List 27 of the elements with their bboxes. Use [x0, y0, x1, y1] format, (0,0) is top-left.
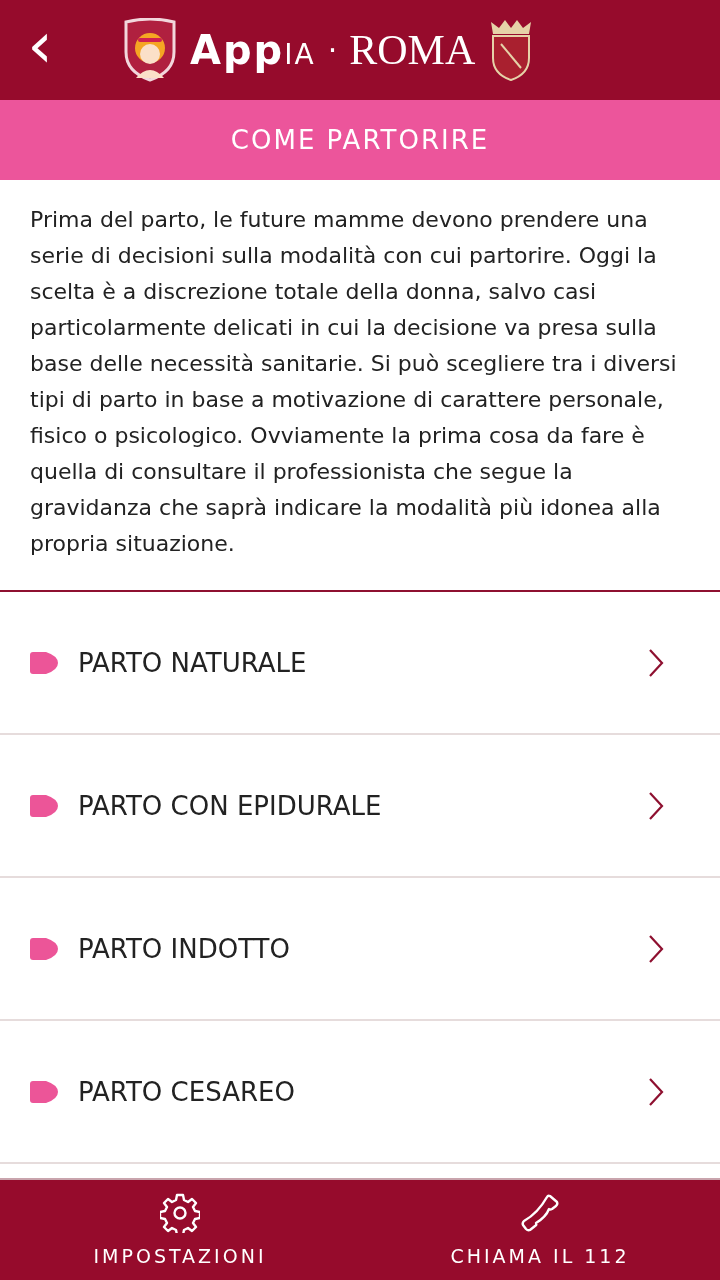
- page-title: COME PARTORIRE: [0, 100, 720, 180]
- list-item[interactable]: PARTO CESAREO: [0, 1021, 720, 1164]
- phone-icon: [520, 1193, 560, 1233]
- city-logo-text: ROMA: [349, 26, 476, 74]
- settings-button[interactable]: IMPOSTAZIONI: [0, 1180, 360, 1280]
- call-button[interactable]: CHIAMA IL 112: [360, 1180, 720, 1280]
- settings-icon: [160, 1193, 200, 1233]
- list-item[interactable]: PARTO CON EPIDURALE: [0, 735, 720, 878]
- app-logo-text: AppIA: [190, 27, 316, 73]
- chevron-right-icon: [648, 1076, 664, 1107]
- list-item-label: PARTO CESAREO: [78, 1076, 296, 1107]
- chevron-right-icon: [648, 647, 664, 678]
- list-item[interactable]: PARTO NATURALE: [0, 592, 720, 735]
- intro-paragraph: Prima del parto, le future mamme devono prendere una serie di decisioni sulla modalità con cui partorire. Oggi la scelta è a discrezione totale della donna, salvo casi particolarmente delicati in cui la decisione va presa sulla base delle necessità sanitarie. Si può scegliere tra i diversi tipi di parto in base a motivazione di carattere personale, fisico o psicologico. Ovviamente la prima cosa da fare è quella di consultare il professionista che segue la gravidanza che saprà indicare la modalità più idonea alla propria situazione.: [0, 180, 720, 592]
- back-button[interactable]: ‹: [20, 13, 60, 87]
- tag-icon: [30, 1080, 58, 1103]
- list-item-label: PARTO CON EPIDURALE: [78, 790, 383, 821]
- shield-logo-icon: [122, 18, 178, 82]
- tag-icon: [30, 651, 58, 674]
- tag-icon: [30, 937, 58, 960]
- list-item-label: PARTO NATURALE: [78, 647, 308, 678]
- chevron-right-icon: [648, 933, 664, 964]
- chevron-right-icon: [648, 790, 664, 821]
- separator-dot: ·: [327, 32, 338, 68]
- tag-icon: [30, 794, 58, 817]
- list-item[interactable]: PARTO INDOTTO: [0, 878, 720, 1021]
- list-item-label: PARTO INDOTTO: [78, 933, 291, 964]
